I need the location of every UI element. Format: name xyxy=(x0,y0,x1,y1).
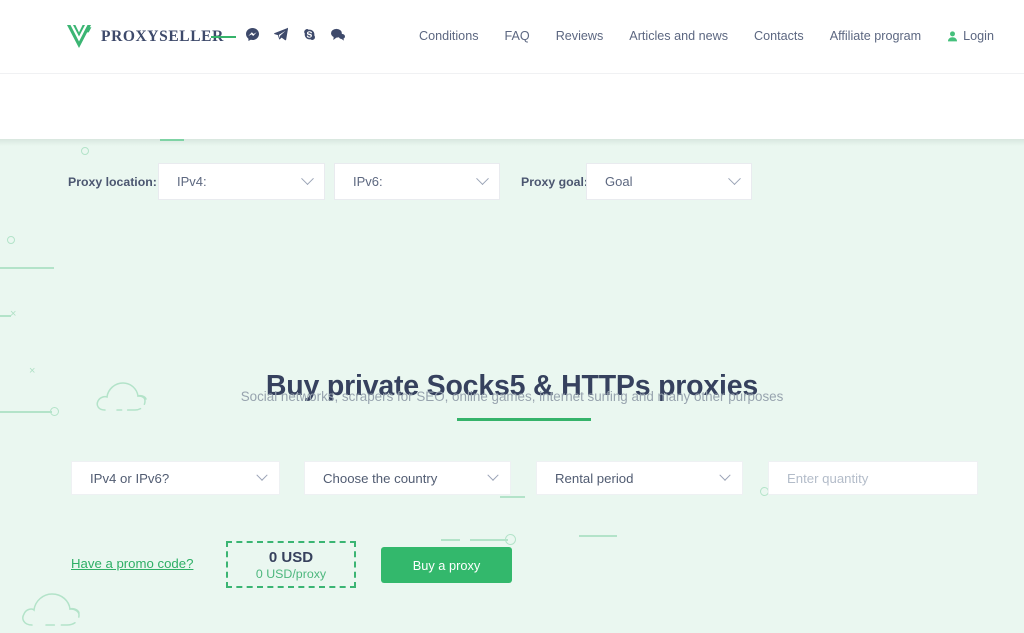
hero-top-shadow xyxy=(0,139,1024,146)
chevron-down-icon xyxy=(256,469,268,481)
hero-section: × × × Buy private Socks5 & HTTPs proxies… xyxy=(0,139,1024,633)
page-root: PROXYSELLER Conditions FAQ Reviews Artic… xyxy=(0,0,1024,633)
nav-reviews[interactable]: Reviews xyxy=(556,29,604,43)
chevron-down-icon xyxy=(728,172,741,186)
title-underline xyxy=(457,418,591,421)
deco-circle xyxy=(81,147,89,155)
rental-period-select[interactable]: Rental period xyxy=(536,461,743,495)
proxy-location-label: Proxy location: xyxy=(68,175,157,189)
quantity-input[interactable] xyxy=(768,461,978,495)
deco-line xyxy=(0,315,11,317)
proxyseller-logo-icon xyxy=(67,25,92,48)
user-icon xyxy=(948,30,958,41)
site-header: PROXYSELLER Conditions FAQ Reviews Artic… xyxy=(0,0,1024,74)
deco-circle xyxy=(505,534,516,545)
skype-icon[interactable] xyxy=(303,28,316,41)
login-label: Login xyxy=(963,29,994,43)
brand-logo[interactable]: PROXYSELLER xyxy=(66,23,224,50)
proxy-filter-bar: Proxy location: IPv4: IPv6: Proxy goal: … xyxy=(0,74,1024,200)
deco-circle xyxy=(7,236,15,244)
price-summary: 0 USD 0 USD/proxy xyxy=(226,541,356,588)
main-navigation: Conditions FAQ Reviews Articles and news… xyxy=(419,29,994,43)
price-per-proxy: 0 USD/proxy xyxy=(255,566,327,581)
country-value: Choose the country xyxy=(323,470,438,486)
chevron-down-icon xyxy=(719,469,731,481)
nav-affiliate-program[interactable]: Affiliate program xyxy=(830,29,921,43)
chevron-down-icon xyxy=(301,172,314,186)
ipv4-location-value: IPv4: xyxy=(177,174,207,189)
deco-line xyxy=(500,496,525,498)
protocol-select[interactable]: IPv4 or IPv6? xyxy=(71,461,280,495)
nav-faq[interactable]: FAQ xyxy=(505,29,530,43)
price-total: 0 USD xyxy=(268,548,314,566)
login-button[interactable]: Login xyxy=(947,29,994,43)
protocol-value: IPv4 or IPv6? xyxy=(90,470,170,486)
promo-code-link[interactable]: Have a promo code? xyxy=(71,556,193,571)
brand-name: PROXYSELLER xyxy=(101,27,224,45)
deco-x: × xyxy=(10,308,17,320)
chevron-down-icon xyxy=(476,172,489,186)
proxy-goal-select[interactable]: Goal xyxy=(586,163,752,200)
social-links xyxy=(246,27,345,41)
deco-line xyxy=(470,539,508,541)
deco-circle xyxy=(50,407,59,416)
ipv4-location-select[interactable]: IPv4: xyxy=(158,163,325,200)
deco-cloud xyxy=(20,587,92,629)
chevron-down-icon xyxy=(487,469,499,481)
country-select[interactable]: Choose the country xyxy=(304,461,511,495)
buy-proxy-button[interactable]: Buy a proxy xyxy=(381,547,512,583)
rental-period-value: Rental period xyxy=(555,470,634,486)
deco-line xyxy=(441,539,460,541)
nav-conditions[interactable]: Conditions xyxy=(419,29,479,43)
page-subtitle: Social networks, scrapers for SEO, onlin… xyxy=(240,389,784,404)
deco-line xyxy=(0,411,52,413)
chat-icon[interactable] xyxy=(331,28,345,41)
messenger-icon[interactable] xyxy=(246,27,259,41)
deco-line xyxy=(579,535,617,537)
telegram-icon[interactable] xyxy=(274,27,288,41)
proxy-goal-value: Goal xyxy=(605,174,633,189)
ipv6-location-value: IPv6: xyxy=(353,174,383,189)
deco-line xyxy=(0,267,54,269)
nav-contacts[interactable]: Contacts xyxy=(754,29,804,43)
ipv6-location-select[interactable]: IPv6: xyxy=(334,163,500,200)
brand-divider xyxy=(211,36,236,38)
nav-articles-and-news[interactable]: Articles and news xyxy=(629,29,728,43)
proxy-goal-label: Proxy goal: xyxy=(521,175,588,189)
